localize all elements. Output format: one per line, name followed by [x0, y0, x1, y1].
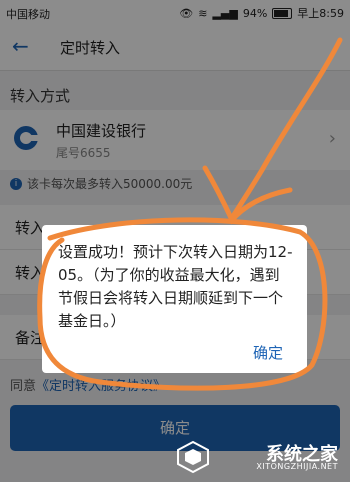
dialog-message: 设置成功！预计下次转入日期为12-05。（为了你的收益最大化，遇到节假日会将转入… — [58, 243, 293, 330]
success-dialog: 设置成功！预计下次转入日期为12-05。（为了你的收益最大化，遇到节假日会将转入… — [42, 225, 307, 373]
site-watermark: 系统之家 XITONGZHIJIA.NET — [174, 438, 344, 476]
watermark-subtitle: XITONGZHIJIA.NET — [256, 462, 338, 471]
dialog-ok-button[interactable]: 确定 — [253, 342, 283, 363]
watermark-logo-icon — [177, 440, 209, 474]
